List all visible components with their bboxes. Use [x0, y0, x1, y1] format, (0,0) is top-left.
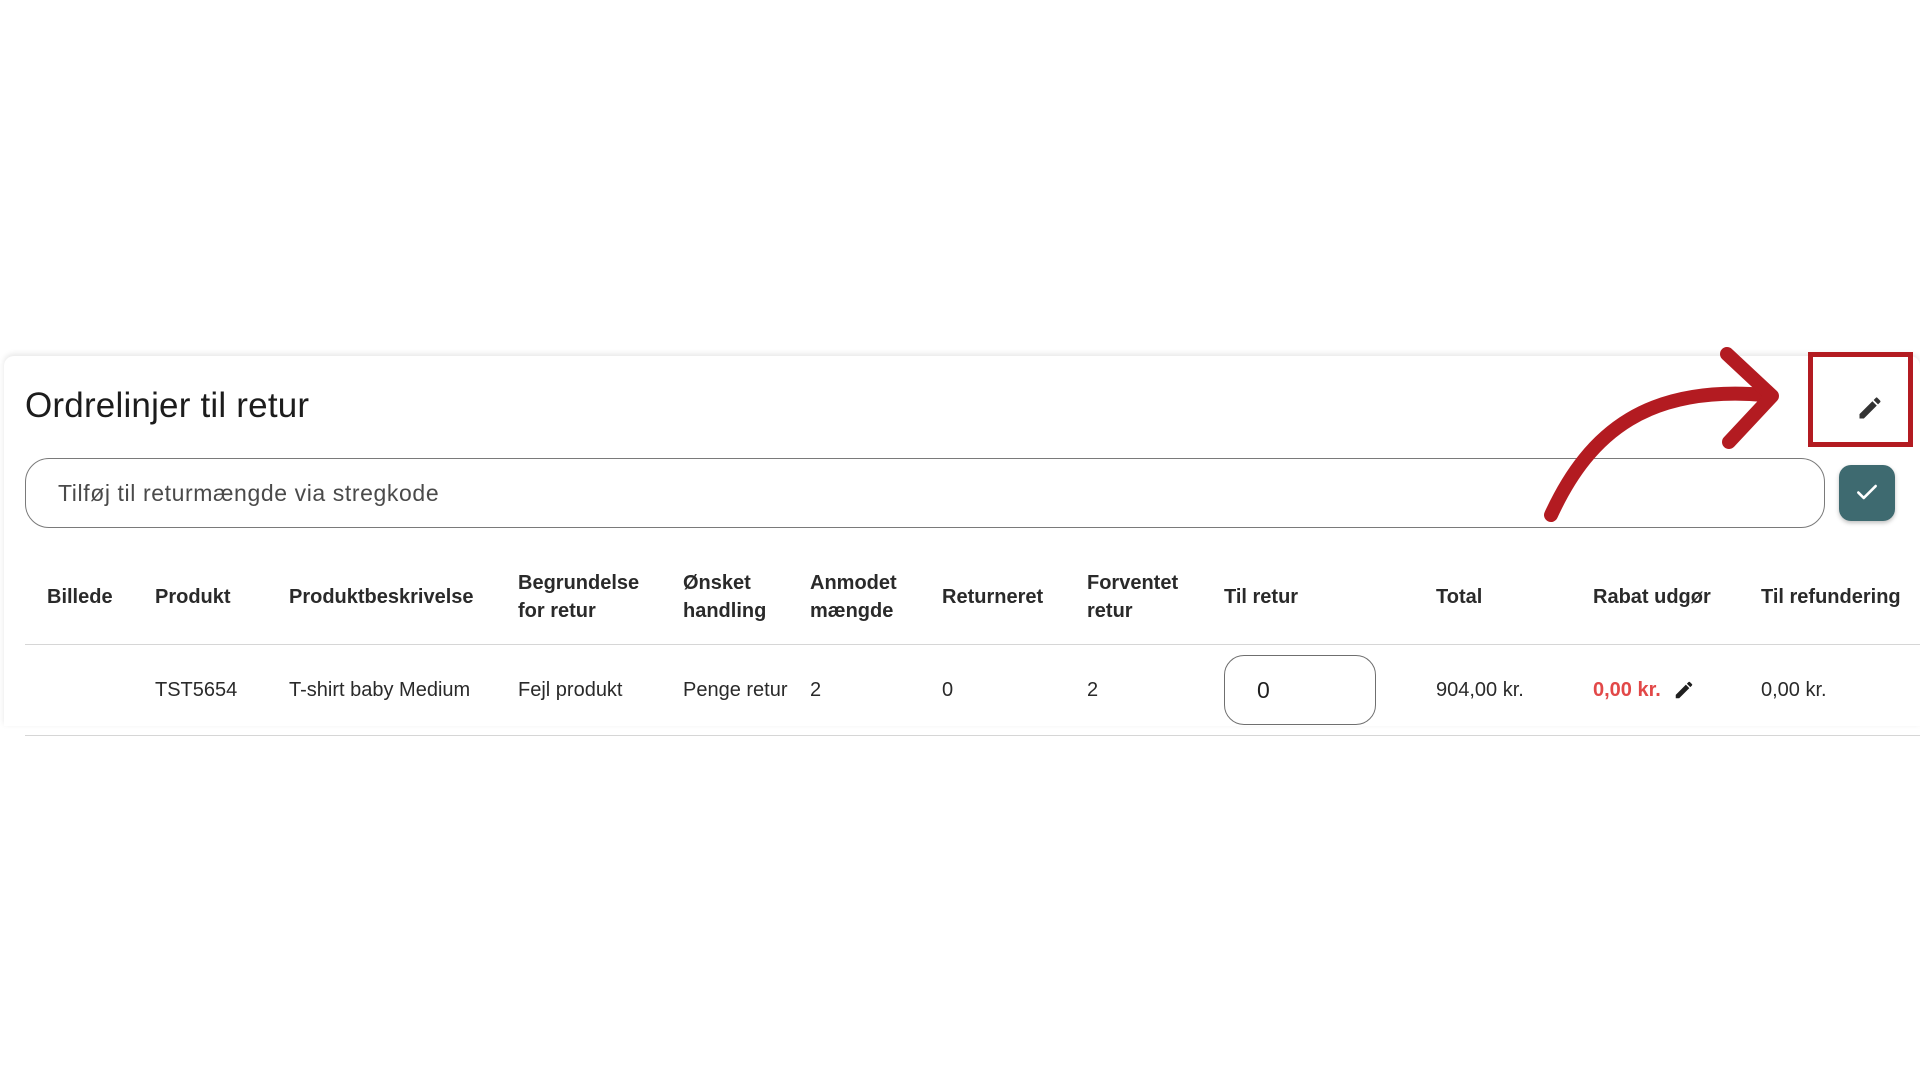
header-returned: Returneret [920, 550, 1065, 645]
order-lines-card: Ordrelinjer til retur Tilføj til returmæ… [4, 356, 1920, 736]
barcode-input[interactable] [25, 458, 1825, 528]
return-quantity-field[interactable]: 0 [1224, 655, 1376, 725]
cell-requested: 2 [788, 644, 920, 736]
confirm-barcode-button[interactable] [1839, 465, 1895, 521]
cell-to-return: 0 [1202, 644, 1414, 736]
header-description: Produktbeskrivelse [267, 550, 496, 645]
header-reason: Begrundelse for retur [496, 550, 661, 645]
cell-total: 904,00 kr. [1414, 644, 1571, 736]
header-refund: Til refundering [1739, 550, 1920, 645]
header-total: Total [1414, 550, 1571, 645]
section-title: Ordrelinjer til retur [25, 386, 310, 425]
header-discount: Rabat udgør [1571, 550, 1739, 645]
page: Ordrelinjer til retur Tilføj til returmæ… [0, 0, 1920, 1080]
header-image: Billede [25, 550, 133, 645]
cell-returned: 0 [920, 644, 1065, 736]
cell-refund: 0,00 kr. [1739, 644, 1920, 736]
cell-image [25, 644, 133, 736]
edit-discount-pencil-icon[interactable] [1673, 679, 1695, 701]
cell-product: TST5654 [133, 644, 267, 736]
discount-value: 0,00 kr. [1593, 679, 1661, 701]
order-lines-table: Billede Produkt Produktbeskrivelse Begru… [25, 550, 1920, 736]
cell-reason: Fejl produkt [496, 644, 661, 736]
header-action: Ønsket handling [661, 550, 788, 645]
checkmark-icon [1854, 479, 1880, 508]
header-product: Produkt [133, 550, 267, 645]
header-to-return: Til retur [1202, 550, 1414, 645]
table-row: TST5654 T-shirt baby Medium Fejl produkt… [25, 644, 1920, 736]
annotation-highlight-box [1808, 352, 1913, 447]
cell-description: T-shirt baby Medium [267, 644, 496, 736]
header-requested: Anmodet mængde [788, 550, 920, 645]
header-expected: Forventet retur [1065, 550, 1202, 645]
cell-action: Penge retur [661, 644, 788, 736]
cell-expected: 2 [1065, 644, 1202, 736]
cell-discount: 0,00 kr. [1571, 644, 1739, 736]
table-header-row: Billede Produkt Produktbeskrivelse Begru… [25, 550, 1920, 645]
